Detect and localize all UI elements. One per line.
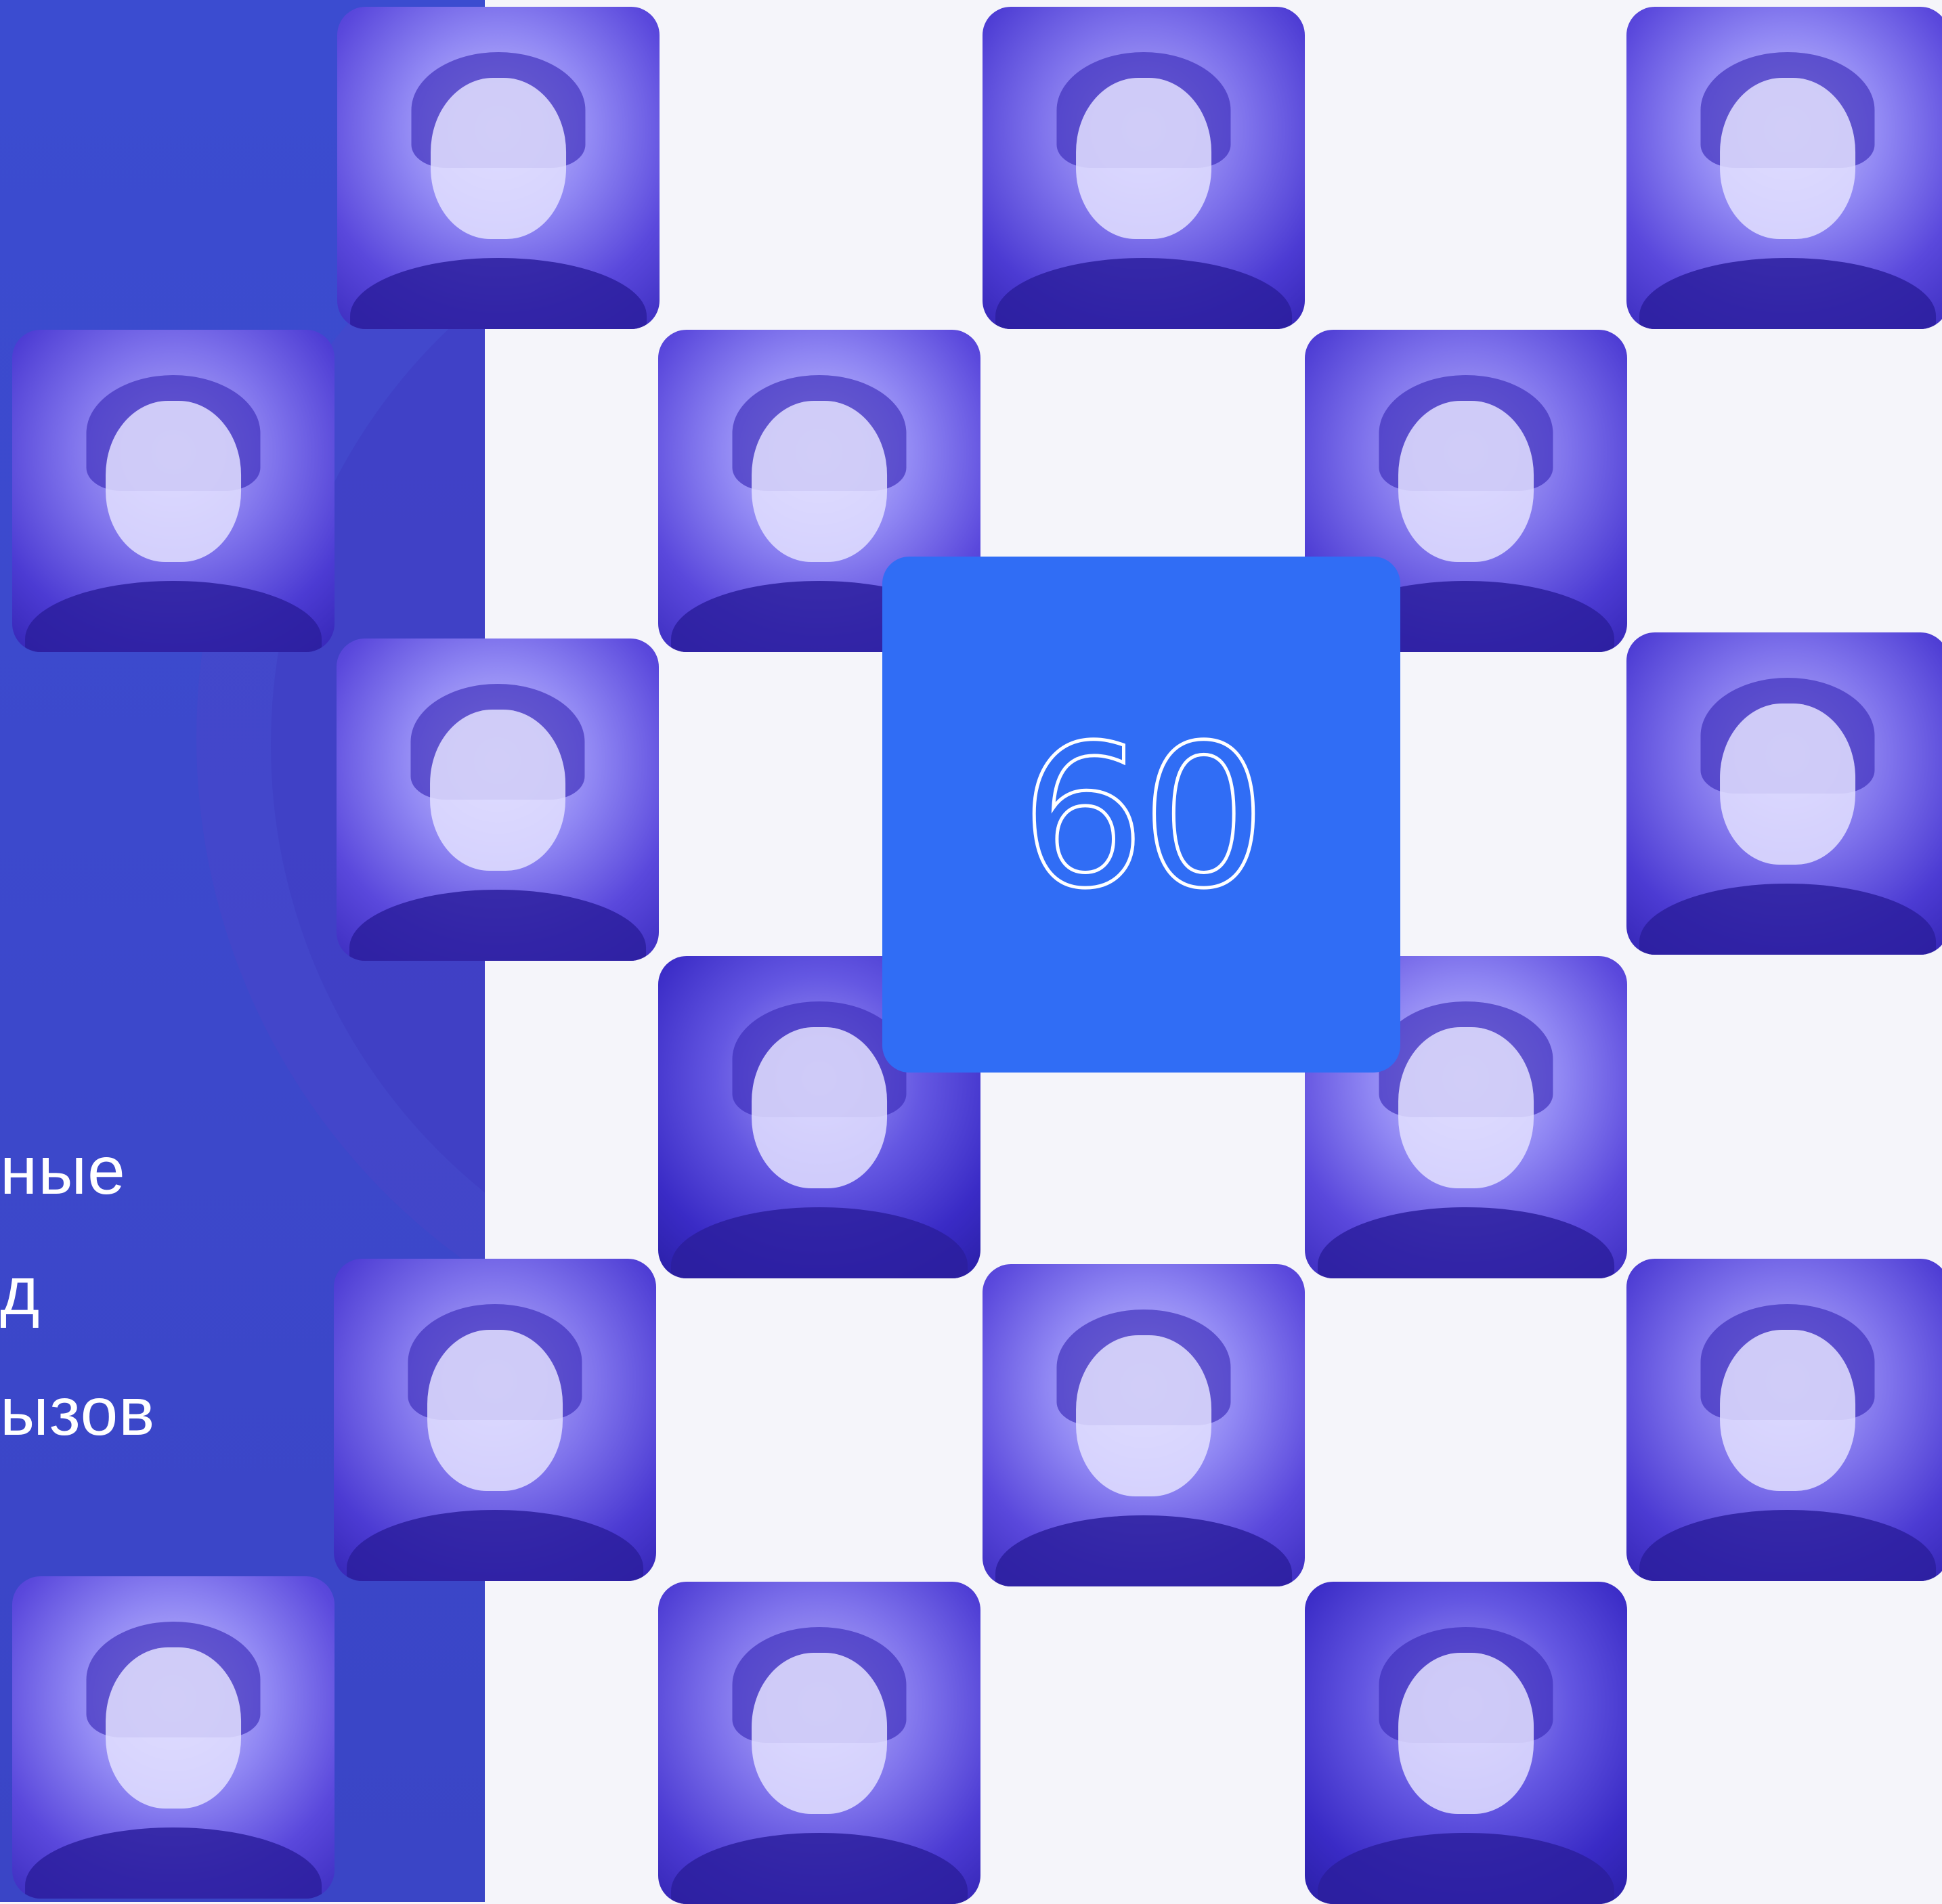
speaker-photo-4 [12, 330, 335, 652]
speaker-photo-14 [12, 1576, 335, 1899]
speaker-photo-11 [334, 1259, 656, 1581]
speaker-photo-3 [1626, 7, 1942, 329]
speaker-photo-7 [337, 639, 659, 961]
speaker-counter-box: 60 [882, 557, 1400, 1073]
speaker-photo-12 [983, 1264, 1305, 1586]
speaker-photo-8 [1626, 632, 1942, 955]
speaker-photo-13 [1626, 1259, 1942, 1581]
headline-line-1: ные [0, 1133, 126, 1209]
headline: ные д ызов [0, 1110, 155, 1472]
headline-line-2: д [0, 1253, 41, 1329]
speaker-photo-1 [337, 7, 660, 329]
headline-line-3: ызов [0, 1374, 156, 1450]
speaker-photo-15 [658, 1582, 980, 1904]
speaker-photo-2 [983, 7, 1305, 329]
speaker-photo-16 [1305, 1582, 1627, 1904]
speaker-count: 60 [1018, 704, 1268, 932]
